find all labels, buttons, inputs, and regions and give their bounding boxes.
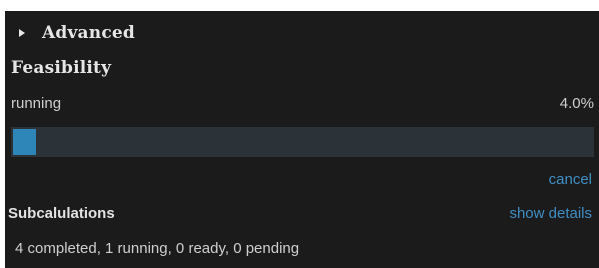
cancel-link[interactable]: cancel (549, 171, 592, 188)
progress-bar (11, 127, 594, 157)
progress-percent: 4.0% (559, 95, 594, 112)
subcalculations-summary: 4 completed, 1 running, 0 ready, 0 pendi… (15, 240, 300, 257)
progress-fill (13, 129, 36, 155)
subcalculations-title: Subcalulations (8, 205, 115, 222)
feasibility-title: Feasibility (11, 58, 112, 78)
advanced-toggle[interactable]: Advanced (19, 23, 135, 43)
status-text: running (11, 95, 62, 112)
triangle-right-icon (19, 29, 25, 37)
advanced-label: Advanced (42, 23, 135, 43)
show-details-link[interactable]: show details (509, 205, 592, 222)
feasibility-panel: Advanced Feasibility running 4.0% cancel… (5, 11, 599, 268)
